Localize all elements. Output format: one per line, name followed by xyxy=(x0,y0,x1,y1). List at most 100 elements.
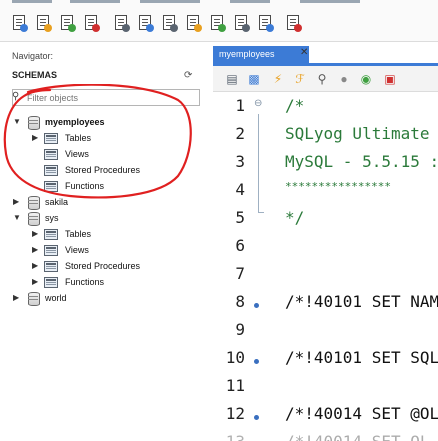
folder-icon xyxy=(44,165,58,176)
collapsed-arrow-icon[interactable]: ▶ xyxy=(13,197,19,206)
tree-item-label: Stored Procedures xyxy=(65,261,141,271)
save-file-icon[interactable] xyxy=(58,14,76,32)
tree-item-views[interactable]: ▶ Views xyxy=(0,243,206,259)
tree-item-label: Tables xyxy=(65,229,92,239)
procedure-icon[interactable] xyxy=(184,14,202,32)
schemas-header: SCHEMAS ⟳ xyxy=(0,68,206,84)
code-line: SQLyog Ultimate xyxy=(285,124,430,143)
collapsed-arrow-icon[interactable]: ▶ xyxy=(32,277,38,286)
tab-myemployees[interactable]: myemployees xyxy=(213,46,309,63)
statement-marker-icon xyxy=(254,415,259,420)
execute-icon[interactable]: ⚡ xyxy=(271,72,285,86)
collapsed-arrow-icon[interactable]: ▶ xyxy=(32,133,38,142)
collapsed-arrow-icon[interactable]: ▶ xyxy=(32,261,38,270)
view-icon[interactable] xyxy=(160,14,178,32)
schema-label: sys xyxy=(45,213,59,223)
open-file-icon[interactable] xyxy=(34,14,52,32)
schema-world[interactable]: ▶ world xyxy=(0,291,206,307)
search-icon[interactable] xyxy=(256,14,274,32)
line-number: 13 xyxy=(213,432,245,441)
menu-underline xyxy=(230,0,270,3)
tree-item-tables[interactable]: ▶ Tables xyxy=(0,227,206,243)
folder-icon xyxy=(44,181,58,192)
menu-underline xyxy=(140,0,200,3)
line-number: 4 xyxy=(235,180,245,199)
tree-item-views[interactable]: Views xyxy=(0,147,206,163)
function-icon[interactable] xyxy=(208,14,226,32)
tree-item-tables[interactable]: ▶ Tables xyxy=(0,131,206,147)
code-line: **************** xyxy=(285,180,391,193)
navigator-title: Navigator: xyxy=(12,51,54,61)
statement-marker-icon xyxy=(254,303,259,308)
expanded-arrow-icon[interactable]: ▼ xyxy=(13,117,21,126)
tree-item-label: Stored Procedures xyxy=(65,165,141,175)
line-number: 9 xyxy=(235,320,245,339)
table-icon[interactable] xyxy=(136,14,154,32)
line-number: 6 xyxy=(235,236,245,255)
schema-label: sakila xyxy=(45,197,69,207)
folder-icon xyxy=(44,229,58,240)
menu-underline xyxy=(12,0,52,3)
line-number: 10 xyxy=(225,348,245,367)
database-icon xyxy=(28,292,40,306)
sql-file-icon[interactable] xyxy=(82,14,100,32)
collapsed-arrow-icon[interactable]: ▶ xyxy=(13,293,19,302)
refresh-icon[interactable]: ⟳ xyxy=(184,70,192,81)
tree-item-label: Views xyxy=(65,245,89,255)
line-number: 7 xyxy=(235,264,245,283)
open-icon[interactable]: ▤ xyxy=(225,72,239,86)
filter-objects-field[interactable]: ⚲ xyxy=(12,89,200,106)
fold-icon[interactable]: ⊖ xyxy=(254,98,262,109)
folder-icon xyxy=(44,133,58,144)
tree-item-stored-procedures[interactable]: ▶ Stored Procedures xyxy=(0,259,206,275)
code-line: */ xyxy=(285,208,305,227)
inspector-icon[interactable] xyxy=(232,14,250,32)
expanded-arrow-icon[interactable]: ▼ xyxy=(13,213,21,222)
code-line: /*!40101 SET NAM xyxy=(285,292,438,311)
line-number: 1 xyxy=(235,96,245,115)
close-icon[interactable]: ✕ xyxy=(300,47,308,58)
collapsed-arrow-icon[interactable]: ▶ xyxy=(32,229,38,238)
line-number: 8 xyxy=(235,292,245,311)
collapsed-arrow-icon[interactable]: ▶ xyxy=(32,245,38,254)
editor-toolbar: ▤ ▩ ⚡ ℱ ⚲ ● ◉ ▣ xyxy=(213,66,438,92)
schema-sakila[interactable]: ▶ sakila xyxy=(0,195,206,211)
save-icon[interactable]: ▩ xyxy=(247,72,261,86)
line-number: 3 xyxy=(235,152,245,171)
rollback-icon[interactable]: ▣ xyxy=(383,72,397,86)
line-number: 2 xyxy=(235,124,245,143)
schema-sys[interactable]: ▼ sys xyxy=(0,211,206,227)
folder-icon xyxy=(44,277,58,288)
line-number: 12 xyxy=(225,404,245,423)
line-number-gutter: 1 2 3 4 5 6 7 8 9 10 11 12 13 ⊖ xyxy=(213,92,264,441)
tree-item-label: Functions xyxy=(65,181,105,191)
filter-input[interactable] xyxy=(27,91,197,104)
schema-icon[interactable] xyxy=(112,14,130,32)
code-line: MySQL - 5.5.15 : xyxy=(285,152,438,171)
fold-guide-end xyxy=(258,212,264,213)
execute-selection-icon[interactable]: ℱ xyxy=(293,72,307,86)
tree-item-functions[interactable]: Functions xyxy=(0,179,206,195)
line-number: 5 xyxy=(235,208,245,227)
schemas-label: SCHEMAS xyxy=(12,70,58,80)
explain-icon[interactable]: ⚲ xyxy=(315,72,329,86)
stop-icon[interactable]: ● xyxy=(337,72,351,86)
code-line: /*!40101 SET SQL xyxy=(285,348,438,367)
statement-marker-icon xyxy=(254,359,259,364)
search-icon: ⚲ xyxy=(12,91,20,102)
tree-item-label: Functions xyxy=(65,277,105,287)
fold-guide xyxy=(258,114,259,212)
tree-item-functions[interactable]: ▶ Functions xyxy=(0,275,206,291)
database-icon xyxy=(28,196,40,210)
new-file-icon[interactable] xyxy=(10,14,28,32)
code-line: /* xyxy=(285,96,305,115)
database-icon xyxy=(28,116,40,130)
commit-icon[interactable]: ◉ xyxy=(359,72,373,86)
folder-icon xyxy=(44,149,58,160)
schema-myemployees[interactable]: ▼ myemployees xyxy=(0,115,206,131)
tree-item-stored-procedures[interactable]: Stored Procedures xyxy=(0,163,206,179)
tree-item-label: Tables xyxy=(65,133,92,143)
reconnect-icon[interactable] xyxy=(284,14,302,32)
line-number: 11 xyxy=(225,376,245,395)
schema-label: world xyxy=(45,293,67,303)
